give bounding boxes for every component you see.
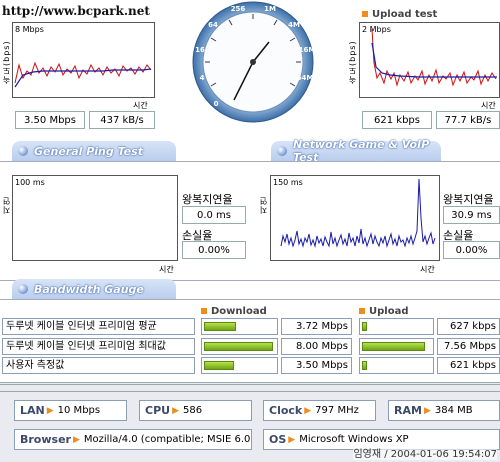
os-key: OS <box>269 433 287 446</box>
general-ping-scale: 100 ms <box>15 178 45 187</box>
gauge-tick-16m: 16M <box>299 46 316 54</box>
arrow-icon: ▶ <box>46 405 54 416</box>
upload-test-title: Upload test <box>362 9 437 20</box>
bandwidth-row-label: 두루넷 케이블 인터넷 프리미엄 평균 <box>2 318 195 335</box>
browser-key: Browser <box>20 433 71 446</box>
bullet-icon <box>18 146 28 156</box>
download-time-label: 시간 <box>133 101 148 110</box>
gauge-tick-64m: 64M <box>297 74 314 82</box>
ram-value: 384 MB <box>434 405 473 416</box>
upload-chart: 2 Mbps <box>359 22 500 98</box>
lan-info: LAN ▶ 10 Mbps <box>14 400 127 421</box>
bandwidth-upload-bar <box>359 318 434 335</box>
bandwidth-download-bar <box>201 318 278 335</box>
game-loss-value: 0.00% <box>443 241 500 259</box>
download-speed-bps: 3.50 Mbps <box>15 111 85 129</box>
bandwidth-upload-bar <box>359 338 434 355</box>
download-axis-label: 속도(bps) <box>2 40 11 84</box>
gauge-tick-0: 0 <box>214 100 219 108</box>
clock-key: Clock <box>269 404 303 417</box>
cpu-key: CPU <box>145 404 171 417</box>
bullet-icon <box>277 146 287 156</box>
ram-key: RAM <box>394 404 422 417</box>
download-speed-bytes: 437 kB/s <box>89 111 155 129</box>
gauge-tick-256: 256 <box>231 5 246 13</box>
gauge-tick-1m: 1M <box>264 5 276 13</box>
bandwidth-row-label: 두루넷 케이블 인터넷 프리미엄 최대값 <box>2 338 195 355</box>
browser-info: Browser ▶ Mozilla/4.0 (compatible; MSIE 6.… <box>14 429 252 450</box>
tab-bandwidth-gauge[interactable]: Bandwidth Gauge <box>12 279 176 299</box>
bandwidth-download-bar <box>201 338 278 355</box>
arrow-icon: ▶ <box>72 434 80 445</box>
arrow-icon: ▶ <box>288 434 296 445</box>
bandwidth-upload-value: 621 kbps <box>437 357 500 374</box>
upload-axis-label: 속도(bps) <box>348 40 357 84</box>
tab-network-game-voip[interactable]: Network Game & VoIP Test <box>271 138 441 164</box>
bandwidth-upload-value: 627 kbps <box>437 318 500 335</box>
cpu-info: CPU ▶ 586 <box>139 400 252 421</box>
general-loss-value: 0.00% <box>182 241 246 259</box>
bandwidth-upload-value: 7.56 Mbps <box>437 338 500 355</box>
lan-value: 10 Mbps <box>57 405 101 416</box>
sysinfo-divider <box>0 391 500 392</box>
bandwidth-download-value: 3.72 Mbps <box>281 318 352 335</box>
arrow-icon: ▶ <box>172 405 179 416</box>
bandwidth-upload-bar <box>359 357 434 374</box>
upload-speed-bps: 621 kbps <box>362 111 432 129</box>
gauge-tick-16: 16 <box>195 46 205 54</box>
gauge-tick-4m: 4M <box>288 21 300 29</box>
bandwidth-download-value: 8.00 Mbps <box>281 338 352 355</box>
game-ping-time-label: 시간 <box>420 265 435 274</box>
general-rtt-value: 0.0 ms <box>182 206 246 224</box>
game-rtt-value: 30.9 ms <box>443 206 500 224</box>
cpu-value: 586 <box>183 405 203 416</box>
download-graph <box>14 61 152 88</box>
download-chart: 8 Mbps <box>12 22 155 98</box>
game-ping-graph <box>280 178 436 248</box>
bullet-icon <box>18 284 28 294</box>
bandwidth-upload-header: Upload <box>359 306 408 317</box>
lan-key: LAN <box>20 404 45 417</box>
bandwidth-download-value: 3.50 Mbps <box>281 357 352 374</box>
watermark: http://www.bcpark.net <box>2 4 150 18</box>
upload-speed-bytes: 77.7 kB/s <box>436 111 500 129</box>
ram-info: RAM ▶ 384 MB <box>388 400 500 421</box>
browser-value: Mozilla/4.0 (compatible; MSIE 6.0 <box>83 434 251 445</box>
gauge-tick-4: 4 <box>200 74 205 82</box>
game-rtt-label: 왕복지연율 <box>443 193 494 206</box>
bandwidth-row-label: 사용자 측정값 <box>2 357 195 374</box>
arrow-icon: ▶ <box>304 405 312 416</box>
speed-gauge: 0 4 16 64 256 1M 4M 16M 64M <box>192 1 316 123</box>
upload-graph <box>371 28 497 87</box>
general-ping-time-label: 시간 <box>159 265 174 274</box>
footer-stamp: 임영재 / 2004-01-06 19:54:07 <box>353 445 497 460</box>
clock-info: Clock ▶ 797 MHz <box>263 400 376 421</box>
arrow-icon: ▶ <box>423 405 431 416</box>
upload-time-label: 시간 <box>481 101 496 110</box>
gauge-tick-64: 64 <box>208 21 218 29</box>
os-value: Microsoft Windows XP <box>299 434 409 445</box>
bandwidth-download-bar <box>201 357 278 374</box>
general-rtt-label: 왕복지연율 <box>182 193 233 206</box>
tab-general-ping[interactable]: General Ping Test <box>12 141 176 161</box>
bandwidth-download-header: Download <box>201 306 267 317</box>
game-ping-chart: 150 ms <box>270 175 440 261</box>
general-ping-chart: 100 ms <box>12 175 178 261</box>
clock-value: 797 MHz <box>315 405 359 416</box>
